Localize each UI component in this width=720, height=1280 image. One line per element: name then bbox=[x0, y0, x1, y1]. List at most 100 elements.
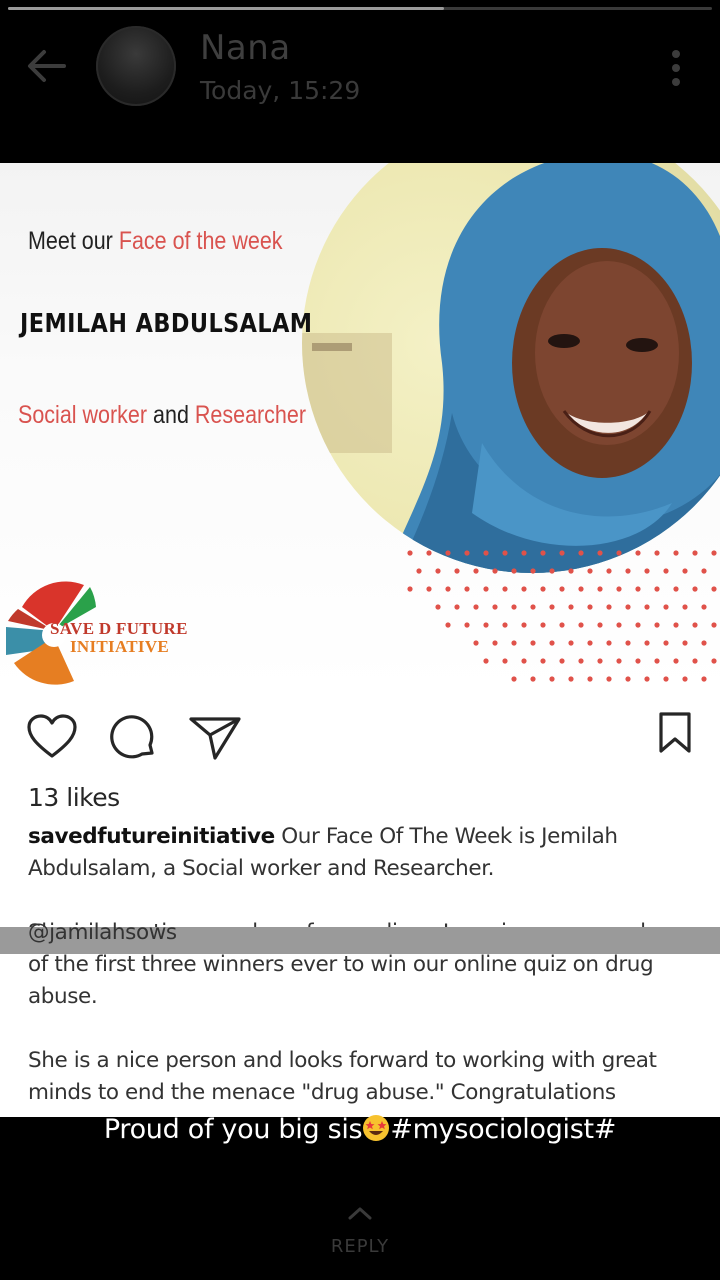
save-button[interactable] bbox=[656, 711, 696, 757]
dot bbox=[635, 550, 641, 556]
dot bbox=[682, 604, 688, 610]
dot bbox=[663, 676, 669, 682]
dot bbox=[511, 640, 517, 646]
paper-plane-icon bbox=[189, 717, 241, 760]
dot bbox=[673, 658, 679, 664]
dot bbox=[540, 658, 546, 664]
dot bbox=[654, 658, 660, 664]
dot bbox=[492, 568, 498, 574]
dot bbox=[606, 604, 612, 610]
back-button[interactable] bbox=[22, 44, 70, 88]
caption-username[interactable]: savedfutureinitiative bbox=[28, 824, 275, 849]
dot bbox=[502, 658, 508, 664]
dot bbox=[407, 586, 413, 592]
dot bbox=[578, 622, 584, 628]
bookmark-icon bbox=[659, 712, 691, 753]
post-caption: savedfutureinitiative Our Face Of The We… bbox=[28, 821, 708, 1117]
dot bbox=[616, 550, 622, 556]
dot bbox=[654, 586, 660, 592]
dot bbox=[701, 604, 707, 610]
dot bbox=[426, 586, 432, 592]
banner-headline-prefix: Meet our bbox=[28, 227, 119, 255]
dot bbox=[701, 640, 707, 646]
dot bbox=[606, 568, 612, 574]
dot bbox=[682, 568, 688, 574]
dot bbox=[530, 604, 536, 610]
dot bbox=[587, 568, 593, 574]
banner-headline-accent: Face of the week bbox=[118, 227, 283, 255]
dot bbox=[606, 640, 612, 646]
dot bbox=[492, 604, 498, 610]
dot bbox=[644, 568, 650, 574]
chevron-up-icon[interactable] bbox=[346, 1203, 374, 1223]
dot bbox=[587, 640, 593, 646]
dot bbox=[616, 658, 622, 664]
avatar[interactable] bbox=[96, 26, 176, 106]
more-options-button[interactable] bbox=[660, 44, 692, 88]
dot bbox=[692, 658, 698, 664]
dot bbox=[597, 550, 603, 556]
dot bbox=[701, 676, 707, 682]
story-progress-fill bbox=[8, 7, 445, 10]
dot bbox=[416, 568, 422, 574]
heart-icon bbox=[27, 714, 77, 758]
featured-person-role: Social worker and Researcher bbox=[18, 401, 306, 430]
logo-text-line2: INITIATIVE bbox=[70, 637, 170, 656]
dot bbox=[663, 640, 669, 646]
dot bbox=[464, 586, 470, 592]
caption-text-3: She is a nice person and looks forward t… bbox=[28, 1048, 657, 1105]
like-count[interactable]: 13 likes bbox=[28, 783, 120, 812]
dot bbox=[568, 604, 574, 610]
dot bbox=[625, 604, 631, 610]
dot bbox=[549, 604, 555, 610]
like-button[interactable] bbox=[26, 713, 78, 761]
logo-text-line1: SAVE D FUTURE bbox=[50, 619, 188, 638]
dot bbox=[464, 622, 470, 628]
dot bbox=[597, 622, 603, 628]
dot bbox=[530, 640, 536, 646]
dot bbox=[540, 622, 546, 628]
dot bbox=[635, 622, 641, 628]
profile-photo bbox=[302, 163, 720, 573]
dot bbox=[445, 622, 451, 628]
dot bbox=[521, 586, 527, 592]
more-vertical-icon bbox=[660, 44, 692, 86]
role-second: Researcher bbox=[194, 401, 307, 429]
caption-mention[interactable]: @jamilahsows bbox=[28, 920, 177, 945]
dot bbox=[644, 676, 650, 682]
reply-button[interactable]: REPLY bbox=[0, 1236, 720, 1257]
contact-name[interactable]: Nana bbox=[200, 28, 291, 68]
dot-pattern bbox=[407, 550, 717, 682]
dot bbox=[663, 568, 669, 574]
dot bbox=[454, 568, 460, 574]
dot bbox=[673, 550, 679, 556]
dot bbox=[492, 640, 498, 646]
dot bbox=[654, 550, 660, 556]
dot bbox=[454, 604, 460, 610]
dot bbox=[521, 622, 527, 628]
dot bbox=[559, 550, 565, 556]
dot bbox=[464, 550, 470, 556]
dot bbox=[530, 568, 536, 574]
dot bbox=[511, 676, 517, 682]
role-connector: and bbox=[147, 401, 195, 429]
dot bbox=[435, 568, 441, 574]
dot bbox=[692, 550, 698, 556]
featured-person-name: JEMILAH ABDULSALAM bbox=[20, 309, 313, 339]
dot bbox=[692, 586, 698, 592]
dot bbox=[445, 586, 451, 592]
dot bbox=[502, 586, 508, 592]
dot bbox=[644, 640, 650, 646]
arrow-left-icon bbox=[28, 50, 66, 82]
comment-button[interactable] bbox=[108, 713, 158, 763]
share-button[interactable] bbox=[188, 715, 242, 761]
dot bbox=[435, 604, 441, 610]
dot bbox=[559, 586, 565, 592]
dot bbox=[426, 550, 432, 556]
dot bbox=[625, 568, 631, 574]
banner-headline: Meet our Face of the week bbox=[28, 227, 283, 256]
dot bbox=[635, 586, 641, 592]
dot bbox=[654, 622, 660, 628]
dot bbox=[597, 586, 603, 592]
dot bbox=[559, 658, 565, 664]
